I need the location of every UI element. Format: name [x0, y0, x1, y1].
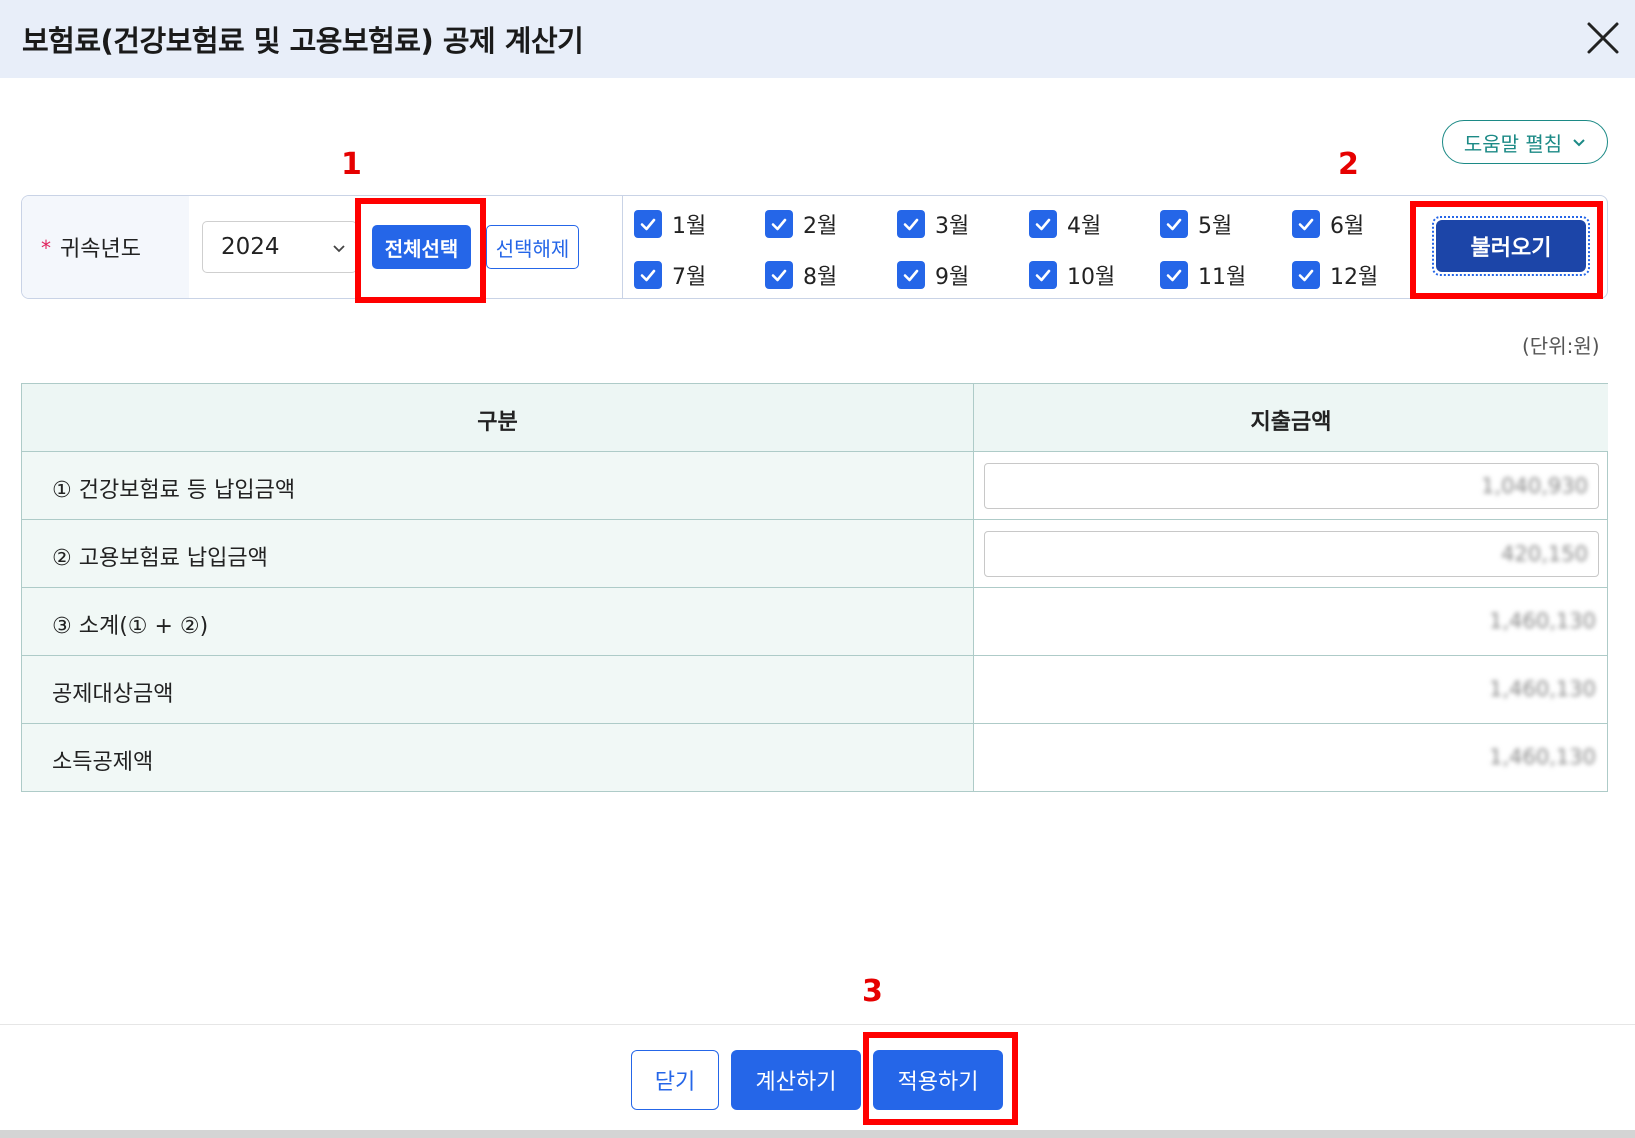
table-cell-label: ② 고용보험료 납입금액: [22, 520, 974, 587]
checkbox-checked-icon: [1029, 261, 1057, 289]
employment-insurance-amount: 420,150: [1501, 542, 1588, 566]
table-cell-amount: 1,460,130: [974, 588, 1608, 655]
checkbox-checked-icon: [897, 210, 925, 238]
footer-divider: [0, 1024, 1635, 1025]
month-checkbox-10[interactable]: 10월: [1029, 259, 1115, 291]
deselect-all-button[interactable]: 선택해제: [486, 225, 579, 269]
table-cell-amount: 1,460,130: [974, 724, 1608, 791]
table-cell-label: ① 건강보험료 등 납입금액: [22, 452, 974, 519]
checkbox-checked-icon: [1029, 210, 1057, 238]
subtotal-amount: 1,460,130: [1489, 609, 1596, 633]
month-checkbox-4[interactable]: 4월: [1029, 208, 1101, 240]
column-header-amount: 지출금액: [1250, 410, 1332, 435]
column-header-category: 구분: [477, 410, 518, 435]
checkbox-checked-icon: [634, 261, 662, 289]
help-expand-label: 도움말 펼침: [1463, 131, 1563, 156]
table-cell-amount: 420,150: [974, 520, 1608, 587]
employment-insurance-amount-input[interactable]: 420,150: [984, 531, 1599, 577]
month-label: 2월: [803, 214, 838, 239]
tax-year-select[interactable]: 2024: [202, 221, 357, 273]
table-cell-label: 공제대상금액: [22, 656, 974, 723]
row-label-employment-insurance: ② 고용보험료 납입금액: [52, 546, 268, 571]
table-header-cell: 구분: [22, 384, 974, 451]
load-button[interactable]: 불러오기: [1432, 216, 1590, 276]
month-label: 11월: [1198, 265, 1247, 290]
checkbox-checked-icon: [765, 210, 793, 238]
checkbox-checked-icon: [765, 261, 793, 289]
income-deduction-amount: 1,460,130: [1489, 745, 1596, 769]
load-button-label: 불러오기: [1436, 220, 1586, 272]
tax-year-value: 2024: [221, 234, 280, 260]
month-checkbox-6[interactable]: 6월: [1292, 208, 1364, 240]
table-cell-label: ③ 소계(① + ②): [22, 588, 974, 655]
month-checkbox-12[interactable]: 12월: [1292, 259, 1378, 291]
close-button[interactable]: 닫기: [631, 1050, 719, 1110]
month-label: 10월: [1067, 265, 1116, 290]
table-header-cell: 지출금액: [974, 384, 1608, 451]
month-checkbox-7[interactable]: 7월: [634, 259, 706, 291]
select-all-button[interactable]: 전체선택: [372, 225, 471, 269]
table-row: ① 건강보험료 등 납입금액 1,040,930: [22, 451, 1607, 519]
calculate-button[interactable]: 계산하기: [731, 1050, 861, 1110]
checkbox-checked-icon: [1292, 210, 1320, 238]
checkbox-checked-icon: [1292, 261, 1320, 289]
checkbox-checked-icon: [1160, 210, 1188, 238]
health-insurance-amount: 1,040,930: [1481, 474, 1588, 498]
month-label: 1월: [672, 214, 707, 239]
row-label-health-insurance: ① 건강보험료 등 납입금액: [52, 478, 296, 503]
month-checkbox-8[interactable]: 8월: [765, 259, 837, 291]
month-label: 12월: [1330, 265, 1379, 290]
month-label: 7월: [672, 265, 707, 290]
row-label-subtotal: ③ 소계(① + ②): [52, 614, 209, 639]
dialog-title-bar: 보험료(건강보험료 및 고용보험료) 공제 계산기: [0, 0, 1635, 78]
checkbox-checked-icon: [634, 210, 662, 238]
checkbox-checked-icon: [897, 261, 925, 289]
filter-row: * 귀속년도 2024 전체선택 선택해제 1월 2월 3월 4월 5월 6월 7월 8월 9월…: [21, 195, 1608, 299]
month-label: 6월: [1330, 214, 1365, 239]
deduction-table: 구분 지출금액 ① 건강보험료 등 납입금액 1,040,930 ② 고용보험료…: [21, 383, 1608, 792]
table-row: ② 고용보험료 납입금액 420,150: [22, 519, 1607, 587]
month-label: 3월: [935, 214, 970, 239]
table-cell-amount: 1,040,930: [974, 452, 1608, 519]
filter-label-cell: * 귀속년도: [22, 196, 189, 298]
chevron-down-icon: [333, 245, 345, 253]
table-row: 소득공제액 1,460,130: [22, 723, 1607, 791]
month-checkbox-2[interactable]: 2월: [765, 208, 837, 240]
table-row: 공제대상금액 1,460,130: [22, 655, 1607, 723]
close-icon[interactable]: [1585, 20, 1621, 56]
month-label: 4월: [1067, 214, 1102, 239]
annotation-number-3: 3: [862, 974, 883, 1009]
month-checkbox-11[interactable]: 11월: [1160, 259, 1246, 291]
annotation-number-1: 1: [341, 147, 362, 182]
tax-year-label: 귀속년도: [60, 237, 141, 262]
help-expand-button[interactable]: 도움말 펼침: [1442, 120, 1608, 164]
month-checkbox-5[interactable]: 5월: [1160, 208, 1232, 240]
deductible-amount: 1,460,130: [1489, 677, 1596, 701]
chevron-down-icon: [1573, 139, 1585, 147]
table-cell-label: 소득공제액: [22, 724, 974, 791]
divider: [622, 196, 623, 298]
dialog-title: 보험료(건강보험료 및 고용보험료) 공제 계산기: [22, 24, 584, 58]
table-row: ③ 소계(① + ②) 1,460,130: [22, 587, 1607, 655]
month-checkbox-3[interactable]: 3월: [897, 208, 969, 240]
apply-button[interactable]: 적용하기: [873, 1050, 1003, 1110]
month-label: 8월: [803, 265, 838, 290]
health-insurance-amount-input[interactable]: 1,040,930: [984, 463, 1599, 509]
row-label-deductible: 공제대상금액: [52, 682, 174, 707]
unit-text: (단위:원): [1522, 334, 1600, 358]
table-cell-amount: 1,460,130: [974, 656, 1608, 723]
month-checkbox-1[interactable]: 1월: [634, 208, 706, 240]
row-label-income-deduction: 소득공제액: [52, 750, 154, 775]
month-label: 5월: [1198, 214, 1233, 239]
annotation-number-2: 2: [1338, 147, 1359, 182]
month-label: 9월: [935, 265, 970, 290]
month-checkbox-9[interactable]: 9월: [897, 259, 969, 291]
table-header-row: 구분 지출금액: [22, 384, 1608, 451]
checkbox-checked-icon: [1160, 261, 1188, 289]
required-mark: *: [41, 236, 51, 260]
background-strip: [0, 1130, 1635, 1138]
